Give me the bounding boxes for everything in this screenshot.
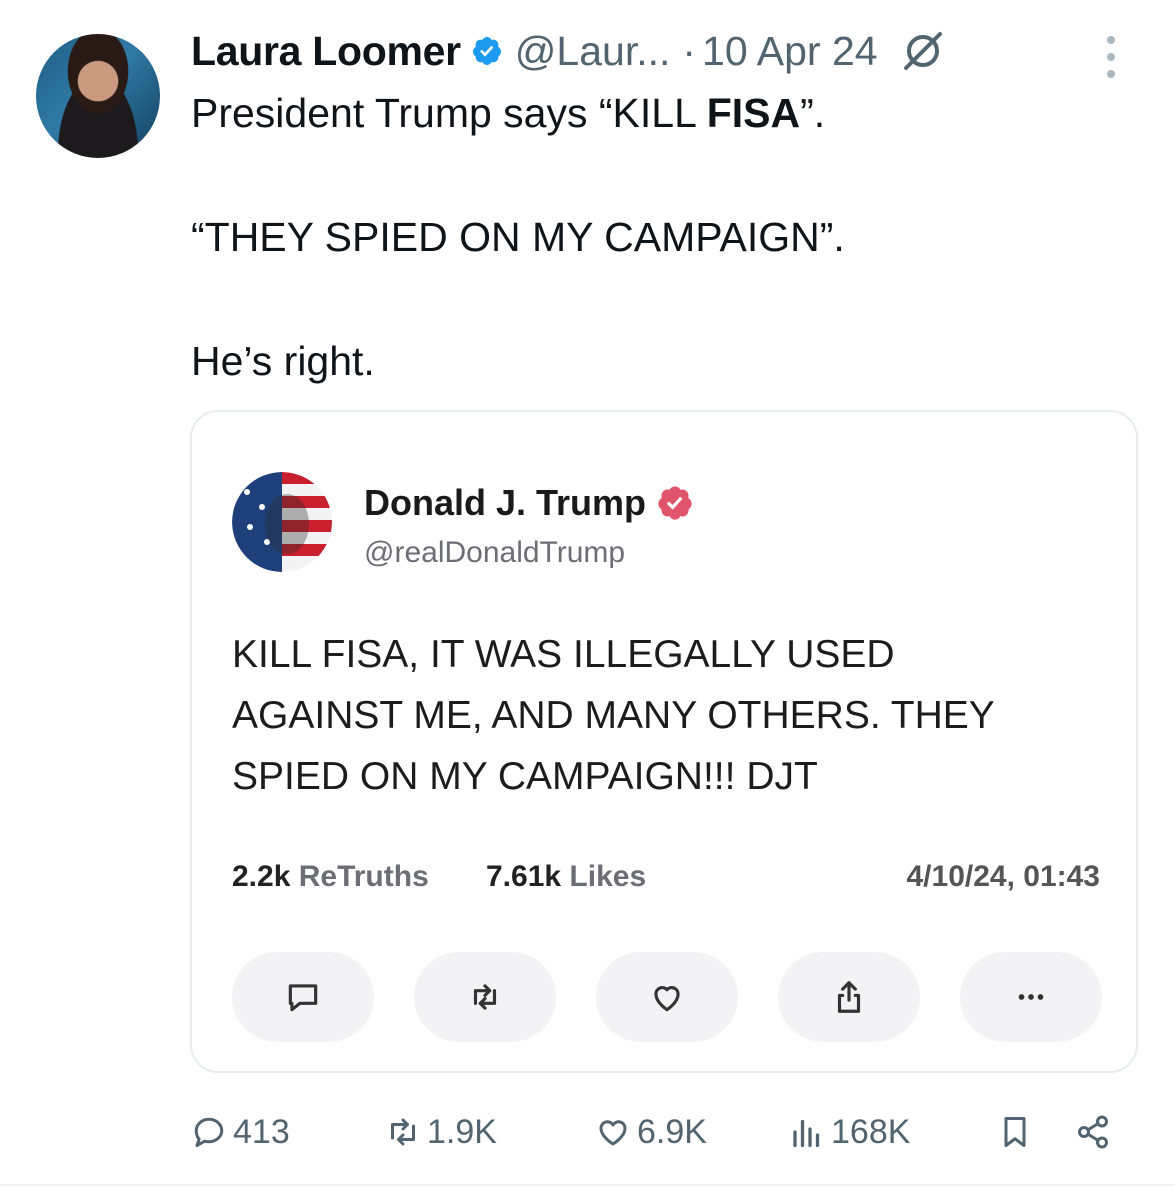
- tweet-line-1-bold: FISA: [706, 90, 801, 136]
- share-upload-icon: [837, 981, 861, 1013]
- quote-share-button: [778, 952, 920, 1042]
- repost-count: 1.9K: [427, 1112, 497, 1151]
- quote-author-handle: @realDonaldTrump: [364, 536, 626, 569]
- verified-badge-icon: [472, 37, 501, 65]
- tweet-line-3: He’s right.: [191, 338, 375, 384]
- views-button[interactable]: 168K: [789, 1105, 910, 1159]
- author-handle[interactable]: @Laur...: [515, 28, 671, 75]
- bookmark-icon: [1004, 1117, 1026, 1147]
- share-icon: [1078, 1115, 1108, 1149]
- retruths-count: 2.2k: [232, 860, 291, 893]
- reply-icon: [288, 984, 318, 1012]
- quote-like-button: [596, 952, 738, 1042]
- quote-action-row: [232, 952, 1102, 1044]
- like-count: 6.9K: [637, 1112, 707, 1151]
- bookmark-button[interactable]: [997, 1105, 1033, 1159]
- quote-body-line-1: KILL FISA, IT WAS ILLEGALLY USED: [232, 633, 895, 676]
- tweet-line-1-suffix: ”.: [800, 90, 826, 136]
- tweet-line-1-prefix: President Trump says “KILL: [191, 90, 707, 136]
- repost-button[interactable]: 1.9K: [385, 1105, 497, 1159]
- divider: [0, 1184, 1175, 1186]
- quote-likes: 7.61k Likes: [486, 860, 646, 894]
- heart-icon: [599, 1120, 627, 1146]
- grok-icon[interactable]: [900, 28, 946, 74]
- quote-body-line-3: SPIED ON MY CAMPAIGN!!! DJT: [232, 755, 818, 798]
- views-bar-chart-icon: [793, 1119, 820, 1148]
- tweet-line-2: “THEY SPIED ON MY CAMPAIGN”.: [191, 214, 845, 260]
- repost-icon: [391, 1118, 415, 1146]
- tweet-line-1: President Trump says “KILL FISA”.: [191, 88, 1131, 138]
- quote-reply-button: [232, 952, 374, 1042]
- tweet-date[interactable]: 10 Apr 24: [702, 28, 878, 75]
- quote-likes-label: Likes: [569, 860, 647, 893]
- quote-retruths: 2.2k ReTruths: [232, 860, 429, 894]
- quote-likes-count: 7.61k: [486, 860, 562, 893]
- views-count: 168K: [831, 1112, 911, 1151]
- tweet-text: President Trump says “KILL FISA”. “THEY …: [191, 88, 1131, 386]
- tweet-header: Laura Loomer @Laur... · 10 Apr 24: [191, 26, 946, 76]
- retruth-icon: [473, 984, 497, 1010]
- reply-button[interactable]: 413: [191, 1105, 290, 1159]
- more-horizontal-icon: [1018, 994, 1044, 1000]
- more-vertical-icon[interactable]: [1098, 32, 1124, 82]
- retruths-label: ReTruths: [298, 860, 429, 893]
- quote-author-name: Donald J. Trump: [364, 482, 647, 523]
- quote-author-row: Donald J. Trump: [364, 482, 694, 524]
- quote-timestamp: 4/10/24, 01:43: [906, 860, 1101, 893]
- reply-icon: [194, 1117, 224, 1147]
- quote-retruth-button: [414, 952, 556, 1042]
- quote-body-line-2: AGAINST ME, AND MANY OTHERS. THEY: [232, 694, 995, 737]
- author-name[interactable]: Laura Loomer: [191, 28, 461, 75]
- author-avatar[interactable]: [36, 34, 160, 158]
- reply-count: 413: [233, 1112, 290, 1151]
- quote-body: KILL FISA, IT WAS ILLEGALLY USED AGAINST…: [232, 624, 1112, 807]
- truth-verified-badge-icon: [658, 486, 692, 520]
- heart-icon: [654, 986, 680, 1012]
- quote-author-avatar: [232, 472, 332, 572]
- quote-more-button: [960, 952, 1102, 1042]
- like-button[interactable]: 6.9K: [595, 1105, 707, 1159]
- separator-dot: ·: [682, 27, 697, 74]
- quoted-post-image[interactable]: Donald J. Trump @realDonaldTrump KILL FI…: [190, 410, 1138, 1073]
- share-button[interactable]: [1075, 1105, 1111, 1159]
- quote-stats: 2.2k ReTruths 7.61k Likes 4/10/24, 01:43: [232, 860, 1100, 900]
- tweet-action-bar: 413 1.9K 6.9K 168K: [191, 1105, 1121, 1159]
